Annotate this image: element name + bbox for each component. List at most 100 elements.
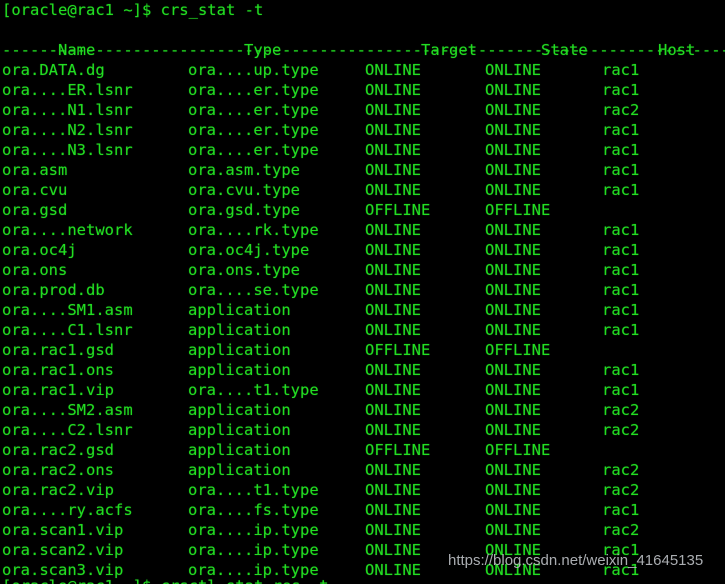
- cell-resource-name: ora.rac1.ons: [2, 361, 114, 379]
- table-row: ora.rac1.gsd application OFFLINE OFFLINE: [2, 340, 725, 360]
- cell-resource-name: ora.cvu: [2, 181, 68, 199]
- cell-target-state: ONLINE: [365, 481, 421, 499]
- cell-resource-type: ora....t1.type: [188, 481, 319, 499]
- cell-resource-name: ora.asm: [2, 161, 68, 179]
- cell-resource-name: ora....network: [2, 221, 133, 239]
- cell-current-state: ONLINE: [485, 101, 541, 119]
- table-row: ora.prod.db ora....se.type ONLINE ONLINE rac…: [2, 280, 725, 300]
- cell-target-state: ONLINE: [365, 181, 421, 199]
- cell-host: rac2: [602, 401, 640, 419]
- table-row: ora.rac2.ons application ONLINE ONLINE rac2: [2, 460, 725, 480]
- table-row: ora....C2.lsnr application ONLINE ONLINE rac…: [2, 420, 725, 440]
- cell-current-state: OFFLINE: [485, 341, 551, 359]
- terminal-screen: [oracle@rac1 ~]$ crs_stat -t Name Type Tar…: [0, 0, 725, 580]
- cell-resource-type: application: [188, 321, 291, 339]
- cell-current-state: ONLINE: [485, 241, 541, 259]
- cell-resource-name: ora.rac2.ons: [2, 461, 114, 479]
- cell-target-state: ONLINE: [365, 361, 421, 379]
- cell-host: rac1: [602, 181, 640, 199]
- table-row: ora.asm ora.asm.type ONLINE ONLINE rac1: [2, 160, 725, 180]
- cell-target-state: ONLINE: [365, 501, 421, 519]
- cell-host: rac1: [602, 301, 640, 319]
- table-row: ora....N2.lsnr ora....er.type ONLINE ONLINE…: [2, 120, 725, 140]
- cell-resource-name: ora.oc4j: [2, 241, 77, 259]
- cell-target-state: ONLINE: [365, 61, 421, 79]
- cell-resource-type: ora.ons.type: [188, 261, 300, 279]
- cell-host: rac2: [602, 101, 640, 119]
- cell-target-state: ONLINE: [365, 401, 421, 419]
- table-row: ora.cvu ora.cvu.type ONLINE ONLINE rac1: [2, 180, 725, 200]
- cell-resource-name: ora....N1.lsnr: [2, 101, 133, 119]
- cell-target-state: ONLINE: [365, 461, 421, 479]
- cell-current-state: ONLINE: [485, 481, 541, 499]
- cell-target-state: ONLINE: [365, 381, 421, 399]
- cell-resource-type: ora....t1.type: [188, 381, 319, 399]
- next-shell-prompt-partial: [oracle@rac1 ~]$ crsctl stat res -t: [2, 576, 329, 584]
- cell-host: rac1: [602, 381, 640, 399]
- resource-table-body: ora.DATA.dg ora....up.type ONLINE ONLINE rac…: [2, 60, 725, 580]
- cell-host: rac1: [602, 141, 640, 159]
- cell-current-state: ONLINE: [485, 221, 541, 239]
- table-row: ora.scan2.vip ora....ip.type ONLINE ONLINE r…: [2, 540, 725, 560]
- cell-target-state: ONLINE: [365, 281, 421, 299]
- cell-current-state: ONLINE: [485, 521, 541, 539]
- cell-host: rac1: [602, 81, 640, 99]
- cell-resource-type: ora....er.type: [188, 121, 319, 139]
- cell-target-state: ONLINE: [365, 81, 421, 99]
- table-row: ora....N3.lsnr ora....er.type ONLINE ONLINE…: [2, 140, 725, 160]
- table-row: ora.rac2.vip ora....t1.type ONLINE ONLINE ra…: [2, 480, 725, 500]
- cell-host: rac1: [602, 121, 640, 139]
- cell-current-state: ONLINE: [485, 281, 541, 299]
- cell-resource-name: ora.rac1.vip: [2, 381, 114, 399]
- cell-resource-type: ora.oc4j.type: [188, 241, 310, 259]
- cell-target-state: ONLINE: [365, 541, 421, 559]
- table-row: ora.rac1.vip ora....t1.type ONLINE ONLINE ra…: [2, 380, 725, 400]
- cell-resource-name: ora....ER.lsnr: [2, 81, 133, 99]
- cell-resource-type: ora....fs.type: [188, 501, 319, 519]
- cell-host: rac1: [602, 281, 640, 299]
- table-row: ora.rac1.ons application ONLINE ONLINE rac1: [2, 360, 725, 380]
- cell-resource-type: application: [188, 461, 291, 479]
- cell-resource-name: ora.scan1.vip: [2, 521, 124, 539]
- cell-resource-name: ora.ons: [2, 261, 68, 279]
- cell-resource-name: ora....ry.acfs: [2, 501, 133, 519]
- cell-current-state: ONLINE: [485, 181, 541, 199]
- cell-current-state: ONLINE: [485, 541, 541, 559]
- cell-resource-type: ora....er.type: [188, 141, 319, 159]
- cell-target-state: ONLINE: [365, 521, 421, 539]
- table-row: ora....SM2.asm application ONLINE ONLINE rac…: [2, 400, 725, 420]
- cell-host: rac1: [602, 161, 640, 179]
- cell-target-state: ONLINE: [365, 421, 421, 439]
- cell-target-state: ONLINE: [365, 161, 421, 179]
- cell-resource-name: ora....N2.lsnr: [2, 121, 133, 139]
- cell-current-state: ONLINE: [485, 301, 541, 319]
- cell-resource-type: ora....er.type: [188, 81, 319, 99]
- cell-target-state: ONLINE: [365, 301, 421, 319]
- cell-target-state: ONLINE: [365, 561, 421, 579]
- cell-resource-type: ora.asm.type: [188, 161, 300, 179]
- cell-resource-type: application: [188, 301, 291, 319]
- cell-host: rac1: [602, 241, 640, 259]
- cell-current-state: ONLINE: [485, 141, 541, 159]
- table-separator-rule: ----------------------------------------…: [2, 41, 725, 59]
- table-row: ora....network ora....rk.type ONLINE ONLINE…: [2, 220, 725, 240]
- table-row: ora....ER.lsnr ora....er.type ONLINE ONLINE…: [2, 80, 725, 100]
- cell-resource-name: ora.gsd: [2, 201, 68, 219]
- cell-resource-name: ora.rac2.vip: [2, 481, 114, 499]
- table-row: ora....C1.lsnr application ONLINE ONLINE rac…: [2, 320, 725, 340]
- cell-target-state: ONLINE: [365, 241, 421, 259]
- cell-target-state: OFFLINE: [365, 341, 431, 359]
- cell-resource-type: application: [188, 401, 291, 419]
- cell-resource-type: ora....se.type: [188, 281, 319, 299]
- cell-target-state: ONLINE: [365, 221, 421, 239]
- cell-host: rac2: [602, 521, 640, 539]
- terminal-window[interactable]: [oracle@rac1 ~]$ crs_stat -t Name Type Tar…: [0, 0, 725, 584]
- cell-host: rac1: [602, 61, 640, 79]
- cell-current-state: ONLINE: [485, 501, 541, 519]
- table-row: ora....ry.acfs ora....fs.type ONLINE ONLINE…: [2, 500, 725, 520]
- cell-resource-type: application: [188, 341, 291, 359]
- cell-resource-type: ora....up.type: [188, 61, 319, 79]
- shell-prompt-command-line: [oracle@rac1 ~]$ crs_stat -t: [2, 1, 264, 19]
- table-row: ora....N1.lsnr ora....er.type ONLINE ONLINE…: [2, 100, 725, 120]
- cell-target-state: ONLINE: [365, 101, 421, 119]
